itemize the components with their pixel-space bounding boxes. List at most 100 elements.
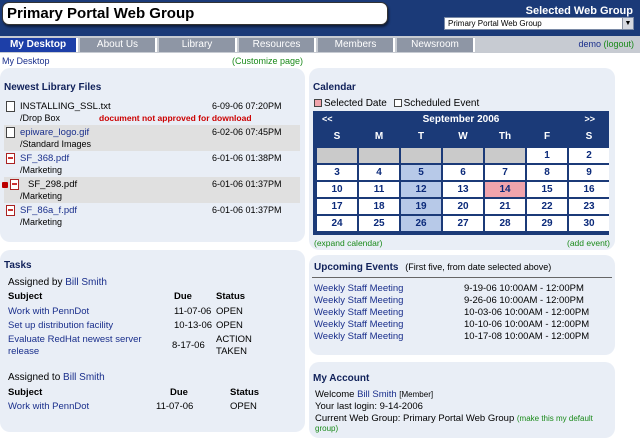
file-name[interactable]: SF_298.pdf: [28, 179, 77, 190]
calendar-day[interactable]: 11: [359, 182, 399, 197]
tab-my-desktop[interactable]: My Desktop: [0, 38, 78, 52]
calendar-day[interactable]: 30: [569, 216, 609, 231]
event-time: 9-26-06 10:00AM - 12:00PM: [464, 295, 584, 306]
weekday-label: S: [585, 131, 593, 142]
calendar-day[interactable]: 1: [527, 148, 567, 163]
file-folder: /Drop Box: [20, 113, 61, 123]
calendar-day[interactable]: 16: [569, 182, 609, 197]
event-row: Weekly Staff Meeting 9-26-06 10:00AM - 1…: [314, 295, 610, 306]
task-subject-link[interactable]: Work with PennDot: [8, 306, 89, 317]
tab-about-us[interactable]: About Us: [80, 38, 157, 52]
weekday-label: M: [374, 131, 384, 142]
task-due: 10-13-06: [174, 320, 213, 331]
calendar-day[interactable]: 28: [485, 216, 525, 231]
file-name[interactable]: SF_368.pdf: [20, 153, 69, 164]
event-link[interactable]: Weekly Staff Meeting: [314, 331, 403, 342]
calendar-day[interactable]: 3: [317, 165, 357, 180]
selected-date-swatch: [314, 99, 322, 107]
event-link[interactable]: Weekly Staff Meeting: [314, 283, 403, 294]
calendar-day[interactable]: 22: [527, 199, 567, 214]
calendar-day[interactable]: 6: [443, 165, 483, 180]
col-due: Due: [170, 387, 188, 398]
task-status: OPEN: [216, 306, 243, 317]
calendar-day[interactable]: 15: [527, 182, 567, 197]
calendar-day[interactable]: 25: [359, 216, 399, 231]
add-event-link[interactable]: (add event): [567, 238, 610, 248]
file-row: epiware_logo.gif 6-02-06 07:45PM /Standa…: [4, 125, 300, 151]
calendar-day[interactable]: 21: [485, 199, 525, 214]
calendar-day[interactable]: 5: [401, 165, 441, 180]
tab-library[interactable]: Library: [159, 38, 237, 52]
user-link[interactable]: demo: [578, 39, 601, 49]
calendar-day[interactable]: 27: [443, 216, 483, 231]
file-date: 6-01-06 01:38PM: [212, 153, 282, 163]
logout-link[interactable]: (logout): [603, 39, 634, 49]
tab-members[interactable]: Members: [318, 38, 395, 52]
calendar-day[interactable]: 17: [317, 199, 357, 214]
customize-page-link[interactable]: (Customize page): [232, 56, 303, 66]
weekday-label: S: [333, 131, 341, 142]
weekday-label: W: [458, 131, 468, 142]
last-login: Your last login: 9-14-2006: [315, 401, 423, 412]
assigned-by-heading: Assigned by Bill Smith: [8, 277, 107, 288]
assigned-by-user-link[interactable]: Bill Smith: [65, 277, 107, 288]
file-name[interactable]: INSTALLING_SSL.txt: [20, 101, 111, 112]
web-group-select[interactable]: Primary Portal Web Group ▼: [444, 17, 634, 30]
calendar-day[interactable]: 4: [359, 165, 399, 180]
col-subject: Subject: [8, 387, 43, 398]
calendar-day[interactable]: 29: [527, 216, 567, 231]
task-subject-link[interactable]: Work with PennDot: [8, 401, 89, 412]
calendar-day[interactable]: 26: [401, 216, 441, 231]
calendar-day[interactable]: 14: [485, 182, 525, 197]
next-month-button[interactable]: >>: [584, 114, 595, 124]
file-name[interactable]: epiware_logo.gif: [20, 127, 89, 138]
prev-month-button[interactable]: <<: [322, 114, 333, 124]
make-default-link-cont[interactable]: group): [315, 424, 338, 433]
calendar-day[interactable]: 20: [443, 199, 483, 214]
calendar-day[interactable]: 12: [401, 182, 441, 197]
calendar-day[interactable]: 23: [569, 199, 609, 214]
task-status: ACTION: [216, 334, 252, 345]
file-row: SF_86a_f.pdf 6-01-06 01:37PM /Marketing: [4, 203, 300, 229]
expand-calendar-link[interactable]: (expand calendar): [314, 238, 383, 248]
make-default-link[interactable]: (make this my default: [517, 414, 593, 423]
col-status: Status: [216, 291, 246, 302]
task-subject-link-cont[interactable]: release: [8, 346, 39, 357]
tab-newsroom[interactable]: Newsroom: [397, 38, 475, 52]
breadcrumb[interactable]: My Desktop: [2, 56, 50, 66]
tab-resources[interactable]: Resources: [239, 38, 316, 52]
calendar-day[interactable]: 7: [485, 165, 525, 180]
calendar-blank-cell: [443, 148, 483, 163]
event-link[interactable]: Weekly Staff Meeting: [314, 307, 403, 318]
file-row: INSTALLING_SSL.txt 6-09-06 07:20PM /Drop…: [4, 99, 300, 125]
col-subject: Subject: [8, 291, 43, 302]
events-heading: Upcoming Events (First five, from date s…: [314, 262, 551, 273]
page-title: Primary Portal Web Group: [2, 2, 388, 25]
calendar-day[interactable]: 10: [317, 182, 357, 197]
task-subject-link[interactable]: Evaluate RedHat newest server: [8, 334, 142, 345]
calendar-day[interactable]: 13: [443, 182, 483, 197]
event-row: Weekly Staff Meeting 10-03-06 10:00AM - …: [314, 307, 610, 318]
account-user-link[interactable]: Bill Smith: [357, 389, 397, 400]
event-link[interactable]: Weekly Staff Meeting: [314, 319, 403, 330]
calendar-day[interactable]: 19: [401, 199, 441, 214]
file-name[interactable]: SF_86a_f.pdf: [20, 205, 77, 216]
col-status: Status: [230, 387, 260, 398]
calendar-day[interactable]: 2: [569, 148, 609, 163]
calendar-day[interactable]: 18: [359, 199, 399, 214]
image-file-icon: [6, 127, 15, 138]
task-due: 11-07-06: [174, 306, 212, 317]
file-date: 6-02-06 07:45PM: [212, 127, 282, 137]
tasks-title: Tasks: [4, 260, 32, 271]
calendar-day[interactable]: 9: [569, 165, 609, 180]
calendar-day[interactable]: 8: [527, 165, 567, 180]
weekday-label: Th: [498, 131, 512, 142]
assigned-to-user-link[interactable]: Bill Smith: [63, 372, 105, 383]
nav-user: demo (logout): [578, 38, 634, 50]
event-time: 10-17-08 10:00AM - 12:00PM: [464, 331, 590, 342]
calendar-day[interactable]: 24: [317, 216, 357, 231]
event-link[interactable]: Weekly Staff Meeting: [314, 295, 403, 306]
task-subject-link[interactable]: Set up distribution facility: [8, 320, 113, 331]
header-bar: Primary Portal Web Group Selected Web Gr…: [0, 0, 640, 36]
file-folder: /Marketing: [20, 217, 63, 227]
